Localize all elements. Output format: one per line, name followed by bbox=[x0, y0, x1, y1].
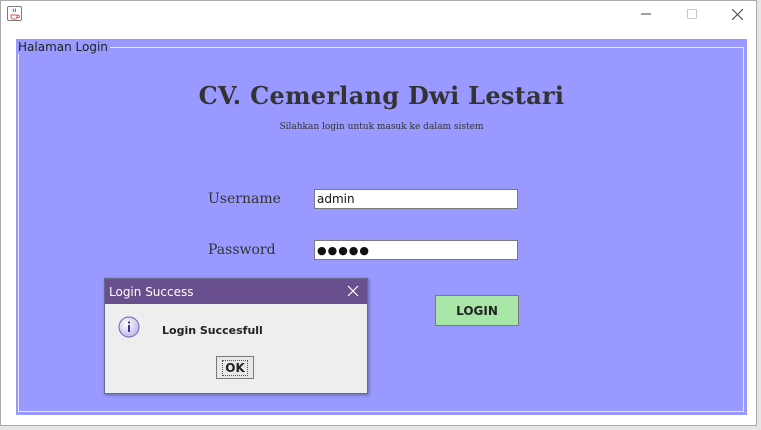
ok-button[interactable]: OK bbox=[216, 356, 254, 379]
username-field[interactable] bbox=[314, 189, 518, 209]
password-field[interactable] bbox=[314, 240, 518, 260]
password-label: Password bbox=[208, 242, 276, 258]
close-icon[interactable] bbox=[346, 284, 360, 298]
panel-border-title: Halaman Login bbox=[16, 40, 110, 54]
maximize-button[interactable] bbox=[669, 1, 715, 27]
login-success-dialog: Login Success Login Succesfull OK bbox=[104, 278, 368, 394]
info-icon bbox=[118, 316, 140, 338]
maximize-icon bbox=[687, 9, 697, 19]
close-window-button[interactable] bbox=[714, 1, 760, 27]
login-button[interactable]: LOGIN bbox=[435, 295, 519, 326]
minimize-button[interactable] bbox=[623, 1, 669, 27]
dialog-message: Login Succesfull bbox=[162, 324, 263, 337]
dialog-titlebar[interactable]: Login Success bbox=[105, 279, 367, 304]
background-taskbar-edge bbox=[0, 426, 761, 430]
dialog-title: Login Success bbox=[109, 285, 194, 299]
login-subtitle: Silahkan login untuk masuk ke dalam sist… bbox=[279, 122, 484, 132]
company-name: CV. Cemerlang Dwi Lestari bbox=[198, 81, 565, 110]
close-icon bbox=[731, 8, 743, 20]
java-cup-icon bbox=[7, 6, 22, 21]
username-label: Username bbox=[208, 191, 281, 207]
window-titlebar[interactable] bbox=[1, 1, 756, 27]
minimize-icon bbox=[641, 13, 651, 15]
ok-button-label: OK bbox=[222, 359, 248, 376]
background-window-edge bbox=[757, 0, 761, 430]
